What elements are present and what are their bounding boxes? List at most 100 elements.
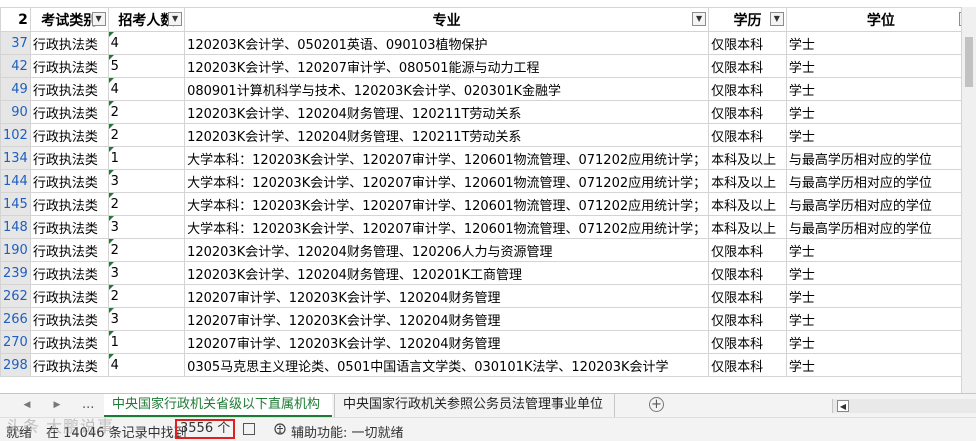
cell-category[interactable]: 行政执法类 [29,31,109,55]
cell-category[interactable]: 行政执法类 [29,123,109,147]
cell-education[interactable]: 仅限本科 [708,123,787,147]
cell-headcount[interactable]: 3 [107,215,186,239]
cell-education[interactable]: 本科及以上 [708,215,787,239]
row-number[interactable]: 190 [0,238,31,262]
cell-major[interactable]: 120207审计学、120203K会计学、120204财务管理 [184,330,710,354]
cell-headcount[interactable]: 4 [107,31,186,55]
cell-major[interactable]: 120203K会计学、120204财务管理、120206人力与资源管理 [184,238,710,262]
filter-dropdown-icon[interactable]: ▼ [769,12,784,26]
table-row[interactable]: 148 行政执法类 3 大学本科：120203K会计学、120207审计学、12060… [0,215,976,239]
cell-headcount[interactable]: 4 [107,77,186,101]
cell-degree[interactable]: 学士 [785,77,976,101]
filter-active-icon[interactable]: ▼ [692,12,707,26]
cell-headcount[interactable]: 5 [107,54,186,78]
row-number[interactable]: 148 [0,215,31,239]
cell-degree[interactable]: 学士 [785,123,976,147]
add-sheet-icon[interactable]: + [649,397,664,412]
row-number[interactable]: 144 [0,169,31,193]
column-header-headcount[interactable]: 招考人数 ▼ [107,7,186,32]
cell-category[interactable]: 行政执法类 [29,169,109,193]
table-row[interactable]: 266 行政执法类 3 120207审计学、120203K会计学、120204财务管理… [0,307,976,331]
scroll-left-icon[interactable]: ◀ [837,400,849,412]
table-row[interactable]: 145 行政执法类 2 大学本科：120203K会计学、120207审计学、12060… [0,192,976,216]
cell-degree[interactable]: 与最高学历相对应的学位 [785,146,976,170]
cell-category[interactable]: 行政执法类 [29,54,109,78]
tab-scroll-left-icon[interactable]: ◀ [20,398,34,412]
cell-degree[interactable]: 学士 [785,307,976,331]
cell-education[interactable]: 仅限本科 [708,284,787,308]
row-number[interactable]: 49 [0,77,31,101]
table-row[interactable]: 262 行政执法类 2 120207审计学、120203K会计学、120204财务管理… [0,284,976,308]
filter-dropdown-icon[interactable]: ▼ [168,12,183,26]
cell-category[interactable]: 行政执法类 [29,353,109,377]
cell-education[interactable]: 本科及以上 [708,192,787,216]
cell-category[interactable]: 行政执法类 [29,330,109,354]
cell-headcount[interactable]: 2 [107,192,186,216]
row-number[interactable]: 270 [0,330,31,354]
column-header-degree[interactable]: 学位▼ [785,7,976,32]
table-row[interactable]: 49 行政执法类 4 080901计算机科学与技术、120203K会计学、020301… [0,77,976,101]
filter-dropdown-icon[interactable]: ▼ [91,12,106,26]
cell-degree[interactable]: 与最高学历相对应的学位 [785,192,976,216]
row-number[interactable]: 37 [0,31,31,55]
cell-major[interactable]: 大学本科：120203K会计学、120207审计学、120601物流管理、071… [184,146,710,170]
row-number[interactable]: 102 [0,123,31,147]
cell-education[interactable]: 仅限本科 [708,307,787,331]
cell-degree[interactable]: 学士 [785,284,976,308]
table-row[interactable]: 239 行政执法类 3 120203K会计学、120204财务管理、120201K工商… [0,261,976,285]
row-number[interactable]: 42 [0,54,31,78]
scrollbar-thumb[interactable] [965,37,973,87]
cell-degree[interactable]: 学士 [785,100,976,124]
cell-education[interactable]: 仅限本科 [708,238,787,262]
cell-category[interactable]: 行政执法类 [29,77,109,101]
cell-headcount[interactable]: 2 [107,238,186,262]
cell-headcount[interactable]: 2 [107,100,186,124]
vertical-scrollbar[interactable] [961,7,976,393]
table-row[interactable]: 37 行政执法类 4 120203K会计学、050201英语、090103植物保护 仅限… [0,31,976,55]
table-row[interactable]: 42 行政执法类 5 120203K会计学、120207审计学、080501能源与动力… [0,54,976,78]
cell-major[interactable]: 120207审计学、120203K会计学、120204财务管理 [184,284,710,308]
cell-education[interactable]: 仅限本科 [708,100,787,124]
cell-category[interactable]: 行政执法类 [29,192,109,216]
cell-degree[interactable]: 与最高学历相对应的学位 [785,215,976,239]
table-row[interactable]: 270 行政执法类 1 120207审计学、120203K会计学、120204财务管理… [0,330,976,354]
tab-more[interactable]: ... [74,394,102,417]
cell-headcount[interactable]: 3 [107,261,186,285]
cell-category[interactable]: 行政执法类 [29,215,109,239]
cell-major[interactable]: 120203K会计学、120207审计学、080501能源与动力工程 [184,54,710,78]
cell-degree[interactable]: 学士 [785,353,976,377]
cell-mode-icon[interactable] [243,423,255,435]
data-table[interactable]: 2 考试类别▼ 招考人数▼ 专业▼ 学历▼ 学位▼ 37行政执法类4120203… [0,7,976,377]
table-row[interactable]: 190 行政执法类 2 120203K会计学、120204财务管理、120206人力与… [0,238,976,262]
cell-degree[interactable]: 学士 [785,54,976,78]
horizontal-scrollbar[interactable]: ◀ [832,399,976,413]
table-row[interactable]: 298 行政执法类 4 0305马克思主义理论类、0501中国语言文学类、030101… [0,353,976,377]
table-row[interactable]: 90 行政执法类 2 120203K会计学、120204财务管理、120211T劳动关… [0,100,976,124]
cell-headcount[interactable]: 2 [107,123,186,147]
row-number[interactable]: 298 [0,353,31,377]
cell-education[interactable]: 仅限本科 [708,353,787,377]
cell-major[interactable]: 080901计算机科学与技术、120203K会计学、020301K金融学 [184,77,710,101]
tab-scroll-right-icon[interactable]: ▶ [50,398,64,412]
cell-education[interactable]: 仅限本科 [708,54,787,78]
row-number[interactable]: 90 [0,100,31,124]
cell-education[interactable]: 仅限本科 [708,261,787,285]
cell-degree[interactable]: 学士 [785,330,976,354]
row-header[interactable]: 2 [0,7,31,32]
cell-category[interactable]: 行政执法类 [29,261,109,285]
cell-education[interactable]: 仅限本科 [708,330,787,354]
column-header-category[interactable]: 考试类别 ▼ [29,7,109,32]
cell-category[interactable]: 行政执法类 [29,284,109,308]
cell-education[interactable]: 仅限本科 [708,31,787,55]
cell-degree[interactable]: 学士 [785,261,976,285]
cell-education[interactable]: 本科及以上 [708,146,787,170]
cell-headcount[interactable]: 3 [107,307,186,331]
cell-degree[interactable]: 学士 [785,31,976,55]
tab-sheet-2[interactable]: 中央国家行政机关参照公务员法管理事业单位 [334,394,615,417]
table-row[interactable]: 144 行政执法类 3 大学本科：120203K会计学、120207审计学、12060… [0,169,976,193]
cell-major[interactable]: 120207审计学、120203K会计学、120204财务管理 [184,307,710,331]
column-header-education[interactable]: 学历 ▼ [708,7,787,32]
cell-major[interactable]: 120203K会计学、120204财务管理、120211T劳动关系 [184,123,710,147]
accessibility-icon[interactable] [274,423,286,435]
row-number[interactable]: 262 [0,284,31,308]
